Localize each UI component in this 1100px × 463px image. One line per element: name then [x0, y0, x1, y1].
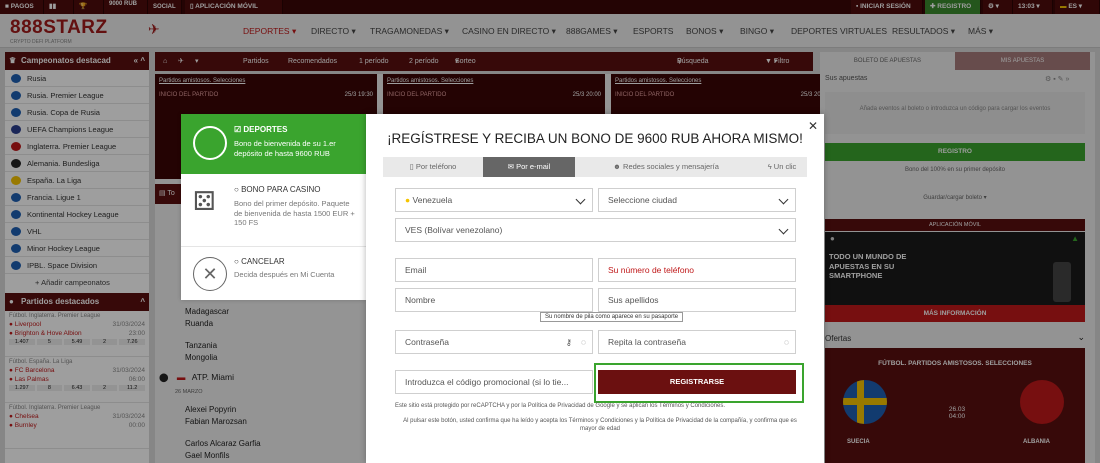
eye-off-icon: ◌	[580, 337, 586, 347]
chevron-down-icon	[778, 194, 789, 205]
terms-notice: Al pulsar este botón, usted confirma que…	[403, 418, 797, 432]
modal-title: ¡REGÍSTRESE Y RECIBA UN BONO DE 9600 RUB…	[387, 131, 803, 146]
envelope-icon: ✉	[507, 162, 514, 171]
bonus-option-cancel[interactable]: ✕ ○ CANCELAR Decida después en Mi Cuenta	[181, 246, 366, 300]
tab-social[interactable]: ☻ Redes sociales y mensajería	[575, 157, 757, 177]
promo-code-field[interactable]: Introduzca el código promocional (si lo …	[395, 370, 593, 394]
country-select[interactable]: ● Venezuela	[395, 188, 593, 212]
tab-phone[interactable]: ▯ Por teléfono	[383, 157, 483, 177]
phone-field[interactable]: Su número de teléfono	[598, 258, 796, 282]
bonus-option-sports[interactable]: ☑ DEPORTES Bono de bienvenida de su 1.er…	[181, 114, 366, 174]
password-field[interactable]: Contraseña ⚷ ◌	[395, 330, 593, 354]
first-name-field[interactable]: Nombre	[395, 288, 593, 312]
email-field[interactable]: Email	[395, 258, 593, 282]
registration-tabs: ▯ Por teléfono ✉ Por e-mail ☻ Redes soci…	[383, 157, 807, 177]
dice-cards-icon: ⚄	[193, 186, 216, 216]
last-name-field[interactable]: Sus apellidos	[598, 288, 796, 312]
lightning-icon: ϟ	[767, 162, 772, 171]
currency-select[interactable]: VES (Bolívar venezolano)	[395, 218, 796, 242]
phone-icon: ▯	[409, 162, 414, 171]
key-icon: ⚷	[565, 337, 572, 347]
register-button[interactable]: REGISTRARSE	[598, 370, 796, 394]
registration-modal: ✕ ¡REGÍSTRESE Y RECIBA UN BONO DE 9600 R…	[366, 114, 824, 463]
bonus-selector: ☑ DEPORTES Bono de bienvenida de su 1.er…	[181, 114, 366, 300]
bonus-option-casino[interactable]: ⚄ ○ BONO PARA CASINO Bono del primer dep…	[181, 174, 366, 246]
name-tooltip: Su nombre de pila como aparece en su pas…	[540, 312, 684, 322]
casino-title: ○ BONO PARA CASINO	[234, 185, 321, 194]
tab-one-click[interactable]: ϟ Un clic	[757, 157, 807, 177]
chevron-down-icon	[778, 224, 789, 235]
eye-off-icon: ◌	[783, 337, 789, 347]
casino-desc: Bono del primer depósito. Paquete de bie…	[234, 199, 355, 227]
cancel-desc: Decida después en Mi Cuenta	[234, 270, 335, 279]
recaptcha-notice: Este sitio está protegido por reCAPTCHA …	[395, 403, 726, 409]
city-select[interactable]: Seleccione ciudad	[598, 188, 796, 212]
flag-venezuela-icon: ●	[405, 195, 411, 205]
cancel-title: ○ CANCELAR	[234, 257, 285, 266]
tab-email[interactable]: ✉ Por e-mail	[483, 157, 575, 177]
soccer-ball-icon	[193, 126, 227, 160]
chevron-down-icon	[575, 194, 586, 205]
sports-desc: Bono de bienvenida de su 1.er depósito d…	[234, 139, 336, 158]
close-circle-icon: ✕	[193, 257, 227, 291]
sports-title: ☑ DEPORTES	[234, 125, 288, 134]
users-icon: ☻	[613, 162, 621, 171]
confirm-password-field[interactable]: Repita la contraseña ◌	[598, 330, 796, 354]
